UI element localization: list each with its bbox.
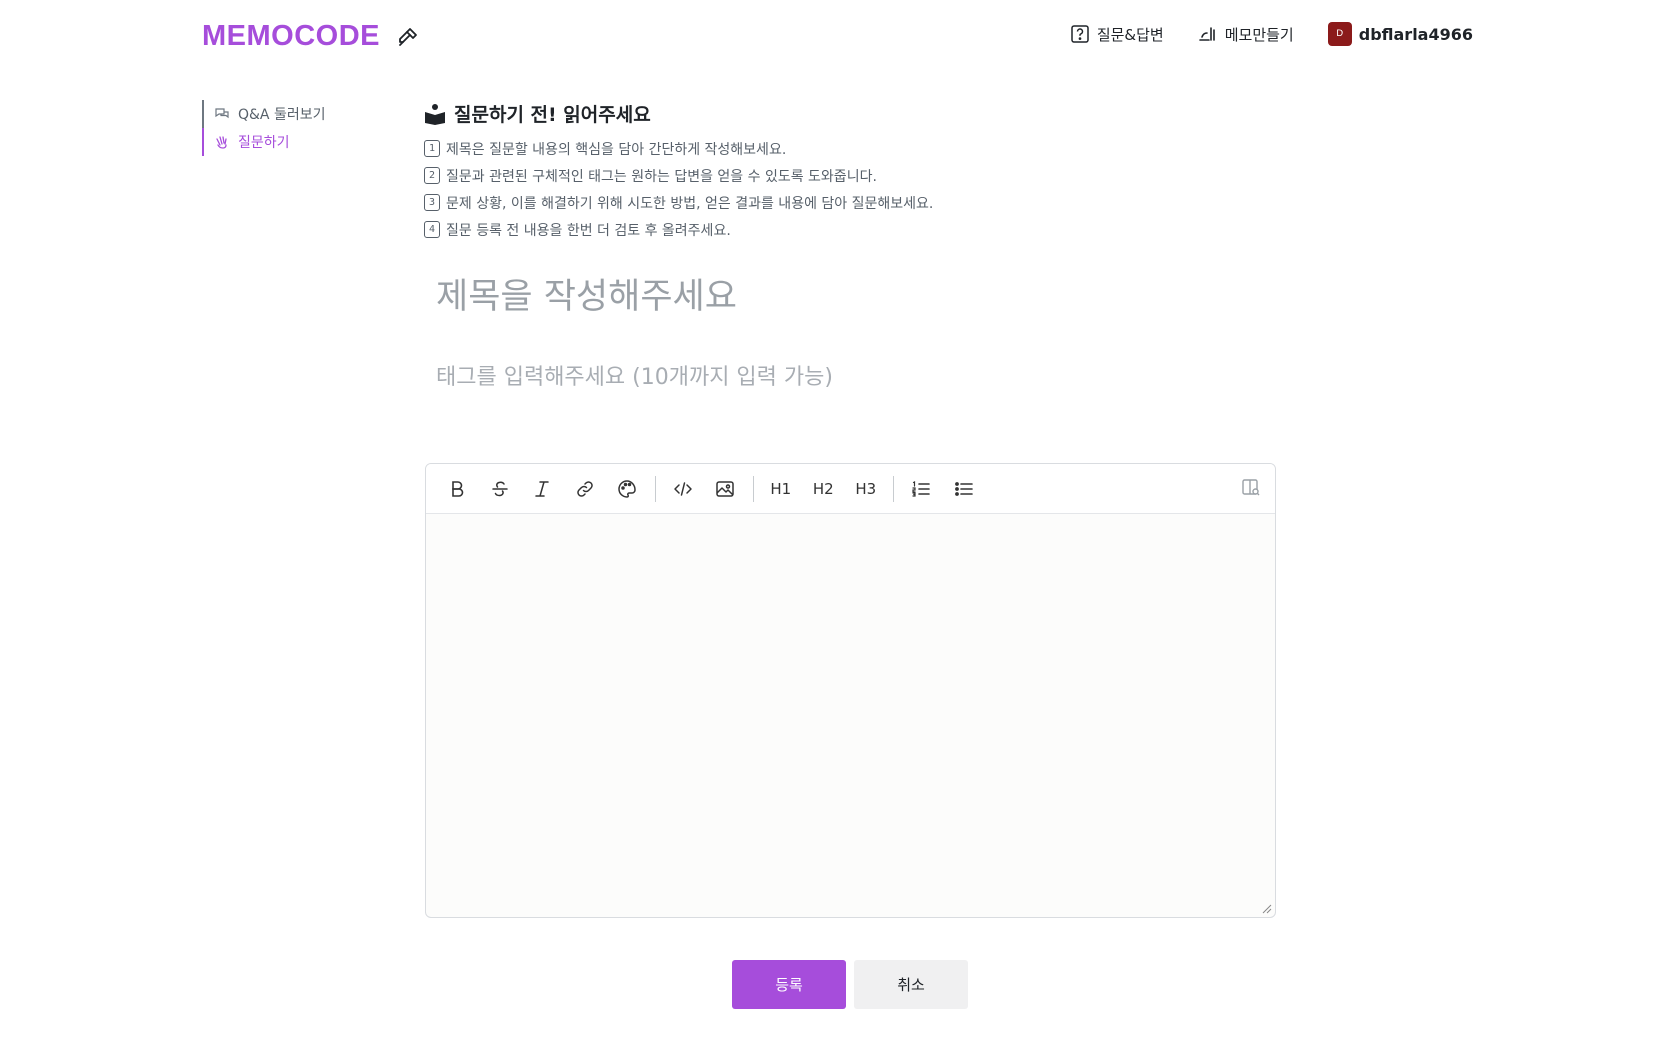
question-box-icon <box>1071 25 1089 43</box>
palette-icon <box>618 479 637 498</box>
toolbar-divider <box>654 475 656 502</box>
number-badge: 3 <box>424 194 440 211</box>
toolbar-divider <box>893 475 894 502</box>
bullet-list-icon <box>954 481 973 496</box>
chat-bubbles-icon <box>215 108 229 119</box>
form-actions: 등록 취소 <box>732 960 968 1009</box>
book-reader-icon <box>425 103 445 125</box>
username: dbflarla4966 <box>1358 24 1473 44</box>
color-button[interactable] <box>606 471 649 507</box>
avatar: D <box>1327 22 1352 46</box>
guide-item: 4 질문 등록 전 내용을 한번 더 검토 후 올려주세요. <box>424 216 1274 243</box>
memo-icon <box>1198 27 1215 41</box>
toolbar-divider <box>752 475 754 502</box>
number-badge: 2 <box>424 167 440 184</box>
italic-button[interactable] <box>521 471 564 507</box>
submit-button[interactable]: 등록 <box>732 960 846 1009</box>
guide-text: 문제 상황, 이를 해결하기 위해 시도한 방법, 얻은 결과를 내용에 담아 … <box>446 195 934 212</box>
number-badge: 1 <box>424 140 440 157</box>
top-nav: 질문&답변 메모만들기 D dbflarla4966 <box>1070 22 1473 46</box>
heading1-button[interactable]: H1 <box>760 471 803 507</box>
number-badge: 4 <box>424 221 440 238</box>
guide-list: 1 제목은 질문할 내용의 핵심을 담아 간단하게 작성해보세요. 2 질문과 … <box>424 135 1274 243</box>
resize-handle-icon[interactable] <box>1260 902 1272 914</box>
guide-text: 제목은 질문할 내용의 핵심을 담아 간단하게 작성해보세요. <box>446 141 787 158</box>
tag-input[interactable] <box>424 361 1274 394</box>
editor-toolbar: H1 H2 H3 <box>426 464 1275 514</box>
link-icon <box>576 480 593 497</box>
editor-body[interactable] <box>426 514 1275 917</box>
logo-text: MEMOCODE <box>202 20 380 52</box>
title-input[interactable] <box>424 273 1274 321</box>
nav-memo-label: 메모만들기 <box>1224 25 1294 44</box>
ordered-list-button[interactable] <box>900 471 943 507</box>
bold-button[interactable] <box>436 471 479 507</box>
guide-title: 질문하기 전! 읽어주세요 <box>454 104 651 126</box>
image-button[interactable] <box>704 471 747 507</box>
image-icon <box>716 480 734 497</box>
guide-item: 2 질문과 관련된 구체적인 태그는 원하는 답변을 얻을 수 있도록 도와줍니… <box>424 162 1274 189</box>
italic-icon <box>535 480 549 497</box>
code-button[interactable] <box>662 471 705 507</box>
preview-toggle-button[interactable] <box>1241 477 1261 501</box>
nav-memo[interactable]: 메모만들기 <box>1198 24 1294 45</box>
hand-wave-icon <box>216 136 227 149</box>
sidebar-item-qna-browse[interactable]: Q&A 둘러보기 <box>202 100 362 128</box>
guide-item: 3 문제 상황, 이를 해결하기 위해 시도한 방법, 얻은 결과를 내용에 담… <box>424 189 1274 216</box>
nav-qna-label: 질문&답변 <box>1096 25 1164 44</box>
logo[interactable]: MEMOCODE <box>202 20 420 53</box>
link-button[interactable] <box>564 471 607 507</box>
bold-icon <box>452 480 464 497</box>
nav-qna[interactable]: 질문&답변 <box>1070 24 1164 45</box>
strikethrough-button[interactable] <box>479 471 522 507</box>
guide-item: 1 제목은 질문할 내용의 핵심을 담아 간단하게 작성해보세요. <box>424 135 1274 162</box>
guide-heading: 질문하기 전! 읽어주세요 <box>424 100 1274 127</box>
sidebar-item-label: Q&A 둘러보기 <box>238 107 326 123</box>
user-menu[interactable]: D dbflarla4966 <box>1327 22 1473 46</box>
guide-text: 질문 등록 전 내용을 한번 더 검토 후 올려주세요. <box>446 222 731 239</box>
main-content: 질문하기 전! 읽어주세요 1 제목은 질문할 내용의 핵심을 담아 간단하게 … <box>424 100 1274 394</box>
guide-text: 질문과 관련된 구체적인 태그는 원하는 답변을 얻을 수 있도록 도와줍니다. <box>446 168 877 185</box>
sidebar: Q&A 둘러보기 질문하기 <box>202 100 362 156</box>
strikethrough-icon <box>492 481 508 496</box>
heading2-button[interactable]: H2 <box>802 471 845 507</box>
hammer-icon <box>399 27 417 46</box>
ordered-list-icon <box>912 480 931 497</box>
sidebar-item-ask[interactable]: 질문하기 <box>202 128 362 156</box>
markdown-editor: H1 H2 H3 <box>425 463 1276 918</box>
cancel-button[interactable]: 취소 <box>854 960 968 1009</box>
heading3-button[interactable]: H3 <box>845 471 888 507</box>
sidebar-item-label: 질문하기 <box>238 135 290 151</box>
split-preview-icon <box>1242 479 1260 496</box>
bullet-list-button[interactable] <box>943 471 986 507</box>
code-icon <box>674 481 692 496</box>
